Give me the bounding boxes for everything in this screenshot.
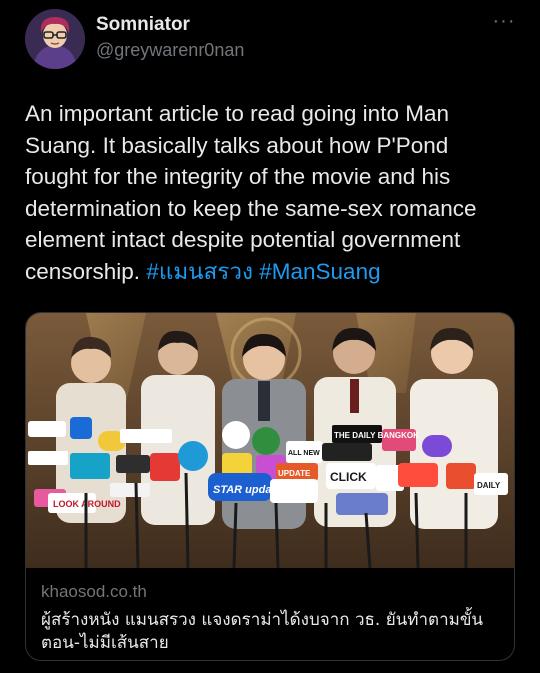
more-options-icon[interactable]: ··· xyxy=(489,11,519,36)
link-card-image[interactable]: LOOK AROUND THE DAILY BANGKOK STAR updat… xyxy=(26,313,514,569)
link-card-domain: khaosod.co.th xyxy=(41,582,147,601)
link-card-title: ผู้สร้างหนัง แมนสรวง แจงดราม่าได้งบจาก ว… xyxy=(41,610,484,653)
tweet-text: An important article to read going into … xyxy=(25,98,515,287)
svg-text:ALL NEW: ALL NEW xyxy=(288,450,320,457)
hashtag-link[interactable]: #ManSuang xyxy=(259,259,380,284)
link-card[interactable]: LOOK AROUND THE DAILY BANGKOK STAR updat… xyxy=(25,312,515,661)
press-conference-photo: LOOK AROUND THE DAILY BANGKOK STAR updat… xyxy=(26,313,514,569)
link-card-meta[interactable]: khaosod.co.th ผู้สร้างหนัง แมนสรวง แจงดร… xyxy=(26,568,514,660)
author-handle[interactable]: @greywarenr0nan xyxy=(96,40,244,61)
svg-text:THE DAILY BANGKOK: THE DAILY BANGKOK xyxy=(334,431,419,440)
tweet-body: An important article to read going into … xyxy=(25,101,477,284)
svg-text:DAILY: DAILY xyxy=(477,481,501,490)
svg-text:CLICK: CLICK xyxy=(330,470,367,484)
author-display-name[interactable]: Somniator xyxy=(96,14,190,36)
avatar-image xyxy=(25,9,85,69)
hashtag-link[interactable]: #แมนสรวง xyxy=(146,259,253,284)
avatar[interactable] xyxy=(25,9,85,69)
svg-text:UPDATE: UPDATE xyxy=(278,469,311,478)
svg-text:STAR update: STAR update xyxy=(213,484,281,496)
